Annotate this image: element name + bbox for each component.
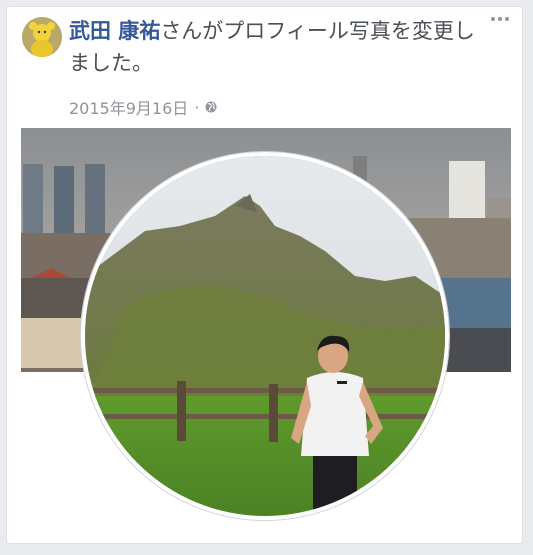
post-header: 武田 康祐さんがプロフィール写真を変更しました。: [69, 15, 489, 79]
post-date-link[interactable]: 2015年9月16日: [69, 95, 188, 119]
profile-photo-attachment[interactable]: [21, 128, 511, 543]
more-options-icon[interactable]: [488, 11, 512, 31]
author-avatar[interactable]: [22, 17, 62, 57]
avatar-image: [22, 17, 62, 57]
globe-icon[interactable]: [205, 101, 217, 113]
profile-picture: [81, 152, 449, 520]
author-name-link[interactable]: 武田 康祐: [69, 19, 160, 43]
post-meta: 2015年9月16日 ·: [69, 95, 217, 119]
post-card: 武田 康祐さんがプロフィール写真を変更しました。 2015年9月16日 ·: [6, 6, 523, 544]
meta-separator: ·: [194, 97, 200, 117]
